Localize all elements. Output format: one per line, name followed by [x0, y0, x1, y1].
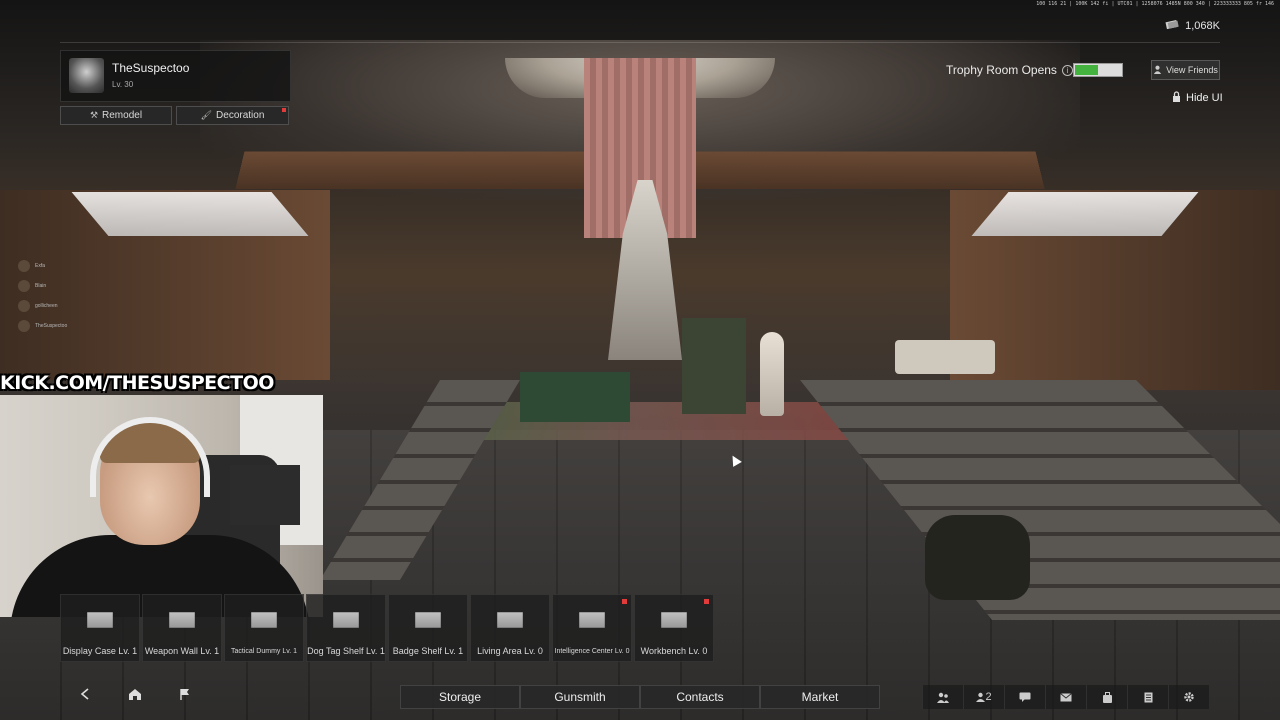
building-label: Intelligence Center Lv. 0	[554, 648, 630, 655]
remodel-button[interactable]: ⚒ Remodel	[60, 106, 172, 125]
system-info: 100 116 21 | 100K 142 fi | UTC01 | 12580…	[1036, 1, 1274, 7]
building-badge-shelf[interactable]: Badge Shelf Lv. 1	[388, 594, 468, 662]
building-weapon-wall[interactable]: Weapon Wall Lv. 1	[142, 594, 222, 662]
weapon-wall-icon	[169, 612, 195, 628]
mannequin	[760, 332, 784, 416]
decoration-alert-dot	[282, 108, 286, 112]
building-tactical-dummy[interactable]: Tactical Dummy Lv. 1	[224, 594, 304, 662]
covered-table	[520, 372, 630, 422]
bag-icon[interactable]	[1086, 685, 1127, 709]
ceiling-light-right	[971, 192, 1199, 236]
building-display-case[interactable]: Display Case Lv. 1	[60, 594, 140, 662]
settings-icon[interactable]	[1168, 685, 1209, 709]
hide-ui-label: Hide UI	[1186, 92, 1223, 104]
player-level: Lv. 30	[112, 80, 134, 89]
menu-gunsmith[interactable]: Gunsmith	[520, 685, 640, 709]
building-label: Weapon Wall Lv. 1	[144, 646, 220, 656]
headset-icon	[90, 417, 210, 497]
notes-icon[interactable]	[1127, 685, 1168, 709]
overlay-name: gollicheen	[35, 303, 58, 309]
overlay-row: gollicheen	[18, 296, 67, 316]
alert-dot	[622, 599, 627, 604]
stream-url-banner: KICK.COM/THESUSPECTOO	[0, 372, 274, 394]
player-name: TheSuspectoo	[112, 61, 190, 75]
duffel-bag	[925, 515, 1030, 600]
top-divider	[60, 42, 1220, 43]
building-workbench[interactable]: Workbench Lv. 0	[634, 594, 714, 662]
trophy-room-status: Trophy Room Opens i	[946, 63, 1073, 77]
webcam-feed	[0, 395, 323, 617]
decoration-label: Decoration	[216, 110, 265, 121]
person-icon	[1153, 65, 1162, 76]
alert-dot	[704, 599, 709, 604]
overlay-row: Exfa	[18, 256, 67, 276]
hammer-icon: ⚒	[89, 110, 99, 120]
building-dog-tag-shelf[interactable]: Dog Tag Shelf Lv. 1	[306, 594, 386, 662]
hide-ui-button[interactable]: Hide UI	[1172, 91, 1223, 105]
currency-display: 1,068K	[1165, 19, 1220, 33]
friends-icon[interactable]: 2	[963, 685, 1004, 709]
home-icon[interactable]	[128, 688, 142, 704]
building-intelligence-center[interactable]: Intelligence Center Lv. 0	[552, 594, 632, 662]
building-label: Badge Shelf Lv. 1	[392, 646, 464, 656]
building-label: Tactical Dummy Lv. 1	[231, 648, 297, 655]
profile-card[interactable]: TheSuspectoo Lv. 30	[60, 50, 291, 102]
paint-icon: 🖌	[200, 110, 213, 120]
ceiling-light-left	[71, 192, 309, 236]
overlay-avatar	[18, 260, 30, 272]
decoration-button[interactable]: 🖌 Decoration	[176, 106, 289, 125]
view-friends-label: View Friends	[1166, 65, 1218, 75]
main-menu: Storage Gunsmith Contacts Market	[400, 685, 880, 709]
menu-storage[interactable]: Storage	[400, 685, 520, 709]
currency-amount: 1,068K	[1185, 20, 1220, 32]
menu-contacts[interactable]: Contacts	[640, 685, 760, 709]
badge-shelf-icon	[415, 612, 441, 628]
intelligence-center-icon	[579, 612, 605, 628]
avatar	[69, 58, 104, 93]
dog-tag-shelf-icon	[333, 612, 359, 628]
building-label: Workbench Lv. 0	[640, 646, 708, 656]
building-label: Living Area Lv. 0	[477, 646, 543, 656]
overlay-avatar	[18, 300, 30, 312]
remodel-label: Remodel	[102, 110, 143, 121]
stream-overlay-list: Exfa Blain gollicheen TheSuspectoo	[18, 256, 67, 336]
locker	[682, 318, 746, 414]
sofa	[895, 340, 995, 374]
webcam-shelf	[230, 465, 300, 525]
overlay-name: Blain	[35, 283, 47, 289]
overlay-row: TheSuspectoo	[18, 316, 67, 336]
lock-icon	[1172, 91, 1181, 105]
overlay-name: Exfa	[35, 263, 46, 269]
trophy-room-progress-fill	[1075, 65, 1098, 75]
money-icon	[1165, 19, 1179, 33]
tactical-dummy-icon	[251, 612, 277, 628]
trophy-room-label: Trophy Room Opens	[946, 63, 1057, 77]
right-nav: 2	[922, 685, 1209, 709]
building-living-area[interactable]: Living Area Lv. 0	[470, 594, 550, 662]
info-icon[interactable]: i	[1061, 64, 1073, 76]
chat-icon[interactable]	[1004, 685, 1045, 709]
building-label: Display Case Lv. 1	[62, 646, 138, 656]
building-label: Dog Tag Shelf Lv. 1	[307, 646, 385, 656]
display-case-icon	[87, 612, 113, 628]
view-friends-button[interactable]: View Friends	[1151, 60, 1220, 80]
squad-icon[interactable]	[922, 685, 963, 709]
overlay-avatar	[18, 320, 30, 332]
trophy-room-progress	[1073, 63, 1123, 77]
hideout-building-bar: Display Case Lv. 1 Weapon Wall Lv. 1 Tac…	[60, 594, 714, 662]
overlay-avatar	[18, 280, 30, 292]
workbench-icon	[661, 612, 687, 628]
menu-market[interactable]: Market	[760, 685, 880, 709]
back-icon[interactable]	[80, 688, 90, 703]
living-area-icon	[497, 612, 523, 628]
overlay-name: TheSuspectoo	[35, 323, 68, 329]
mail-icon[interactable]	[1045, 685, 1086, 709]
friends-count: 2	[985, 691, 992, 703]
flag-icon[interactable]	[179, 688, 191, 704]
overlay-row: Blain	[18, 276, 67, 296]
